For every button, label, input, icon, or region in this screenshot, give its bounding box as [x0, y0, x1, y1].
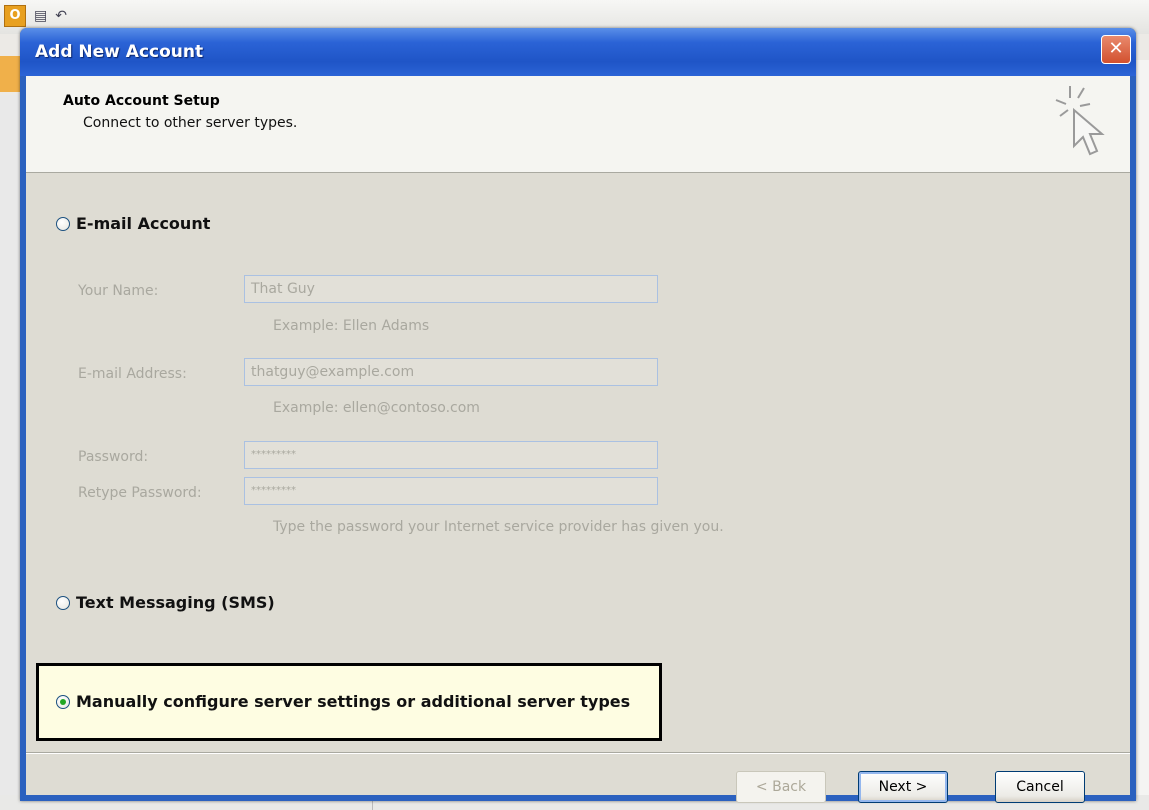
password-label: Password:: [78, 449, 149, 465]
manual-config-option[interactable]: Manually configure server settings or ad…: [56, 692, 630, 711]
manual-config-label: Manually configure server settings or ad…: [76, 692, 631, 711]
outlook-app-icon: O: [4, 5, 26, 27]
retype-password-label: Retype Password:: [78, 485, 202, 501]
email-account-label: E-mail Account: [76, 214, 211, 233]
dialog-title-bar[interactable]: Add New Account ✕: [20, 28, 1136, 76]
quick-access-toolbar: O ▤ ↶: [4, 4, 67, 28]
email-account-radio[interactable]: [56, 216, 70, 231]
dialog-client-area: Auto Account Setup Connect to other serv…: [26, 76, 1130, 803]
email-account-option[interactable]: E-mail Account: [56, 214, 210, 233]
wizard-cursor-sparkle-icon: [1055, 86, 1105, 156]
retype-password-input[interactable]: *********: [244, 477, 658, 505]
password-hint: Type the password your Internet service …: [273, 519, 724, 535]
header-subtitle: Connect to other server types.: [83, 115, 298, 131]
your-name-input[interactable]: That Guy: [244, 275, 658, 303]
sms-label: Text Messaging (SMS): [76, 593, 275, 612]
next-button[interactable]: Next >: [858, 771, 948, 803]
password-input[interactable]: *********: [244, 441, 658, 469]
dialog-title: Add New Account: [35, 42, 204, 62]
wizard-header: Auto Account Setup Connect to other serv…: [26, 76, 1130, 173]
email-address-hint: Example: ellen@contoso.com: [273, 400, 480, 416]
sms-option[interactable]: Text Messaging (SMS): [56, 593, 275, 612]
cancel-button[interactable]: Cancel: [995, 771, 1085, 803]
manual-config-radio[interactable]: [56, 694, 70, 709]
email-address-label: E-mail Address:: [78, 366, 187, 382]
back-button[interactable]: < Back: [736, 771, 826, 803]
add-new-account-dialog: Add New Account ✕ Auto Account Setup Con…: [20, 28, 1136, 803]
your-name-label: Your Name:: [78, 283, 159, 299]
send-receive-icon[interactable]: ▤: [34, 8, 47, 24]
email-address-input[interactable]: thatguy@example.com: [244, 358, 658, 386]
header-title: Auto Account Setup: [63, 93, 220, 109]
sms-radio[interactable]: [56, 595, 70, 610]
your-name-hint: Example: Ellen Adams: [273, 318, 430, 334]
undo-icon[interactable]: ↶: [55, 8, 67, 24]
close-button[interactable]: ✕: [1101, 35, 1131, 64]
footer-separator-highlight: [26, 753, 1130, 754]
